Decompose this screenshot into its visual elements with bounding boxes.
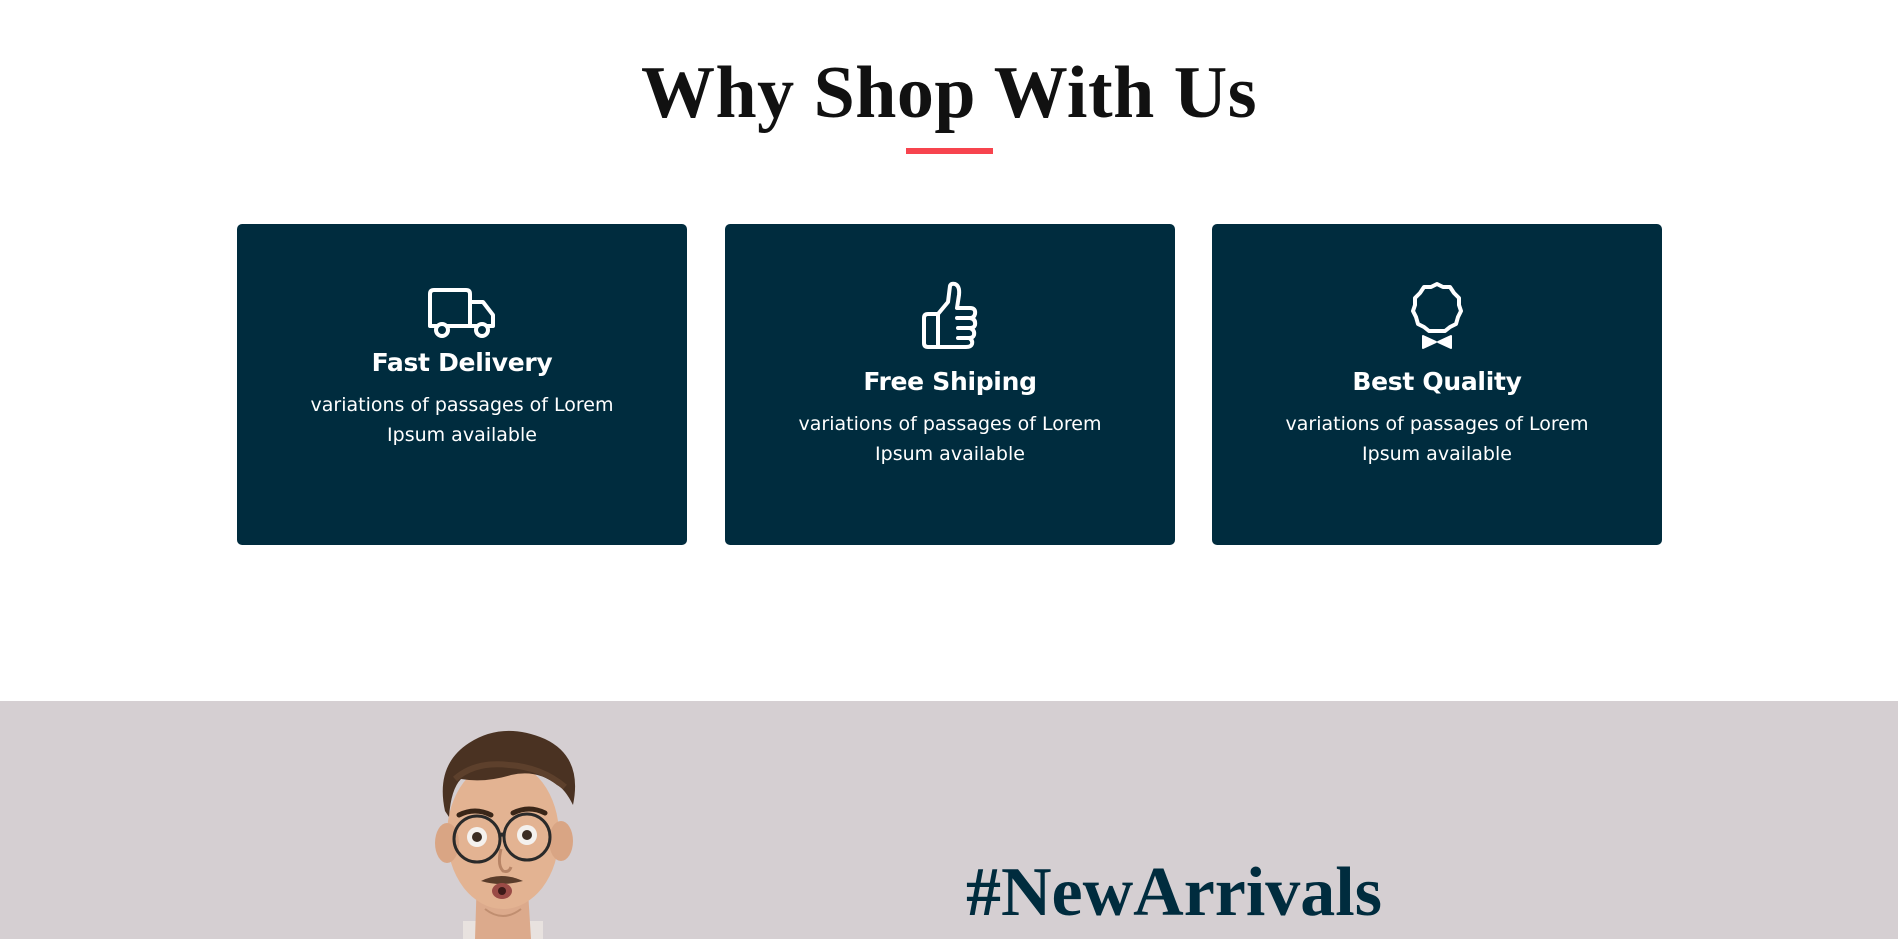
feature-title: Fast Delivery bbox=[371, 348, 553, 377]
heading-underline bbox=[906, 148, 993, 154]
feature-description: variations of passages of Lorem Ipsum av… bbox=[798, 413, 1102, 465]
thumbs-up-icon bbox=[725, 280, 1175, 352]
feature-title: Free Shiping bbox=[863, 367, 1037, 396]
feature-title: Best Quality bbox=[1352, 367, 1522, 396]
feature-card-best-quality: Best Quality variations of passages of L… bbox=[1212, 224, 1662, 545]
award-badge-icon bbox=[1212, 280, 1662, 352]
truck-icon bbox=[237, 286, 687, 340]
surprised-man-photo bbox=[435, 730, 576, 939]
feature-card-fast-delivery: Fast Delivery variations of passages of … bbox=[237, 224, 687, 545]
why-shop-section: Why Shop With Us Fast Delivery variation… bbox=[0, 0, 1898, 701]
feature-card-free-shipping: Free Shiping variations of passages of L… bbox=[725, 224, 1175, 545]
new-arrivals-banner: #NewArrivals bbox=[0, 701, 1898, 939]
feature-description: variations of passages of Lorem Ipsum av… bbox=[1285, 413, 1589, 465]
feature-description: variations of passages of Lorem Ipsum av… bbox=[310, 394, 614, 446]
section-heading: Why Shop With Us bbox=[640, 52, 1258, 134]
new-arrivals-title: #NewArrivals bbox=[966, 854, 1383, 931]
